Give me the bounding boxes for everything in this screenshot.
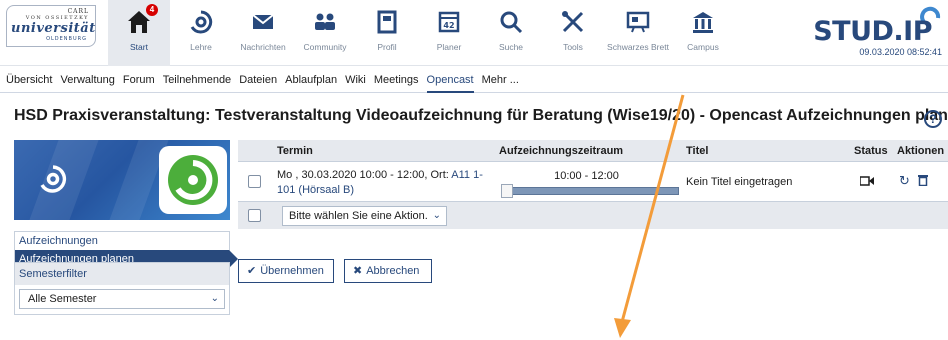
- opencast-logo-icon: [159, 146, 227, 214]
- tab-ablaufplan[interactable]: Ablaufplan: [285, 74, 337, 86]
- sidebar-item-aufzeichnungen[interactable]: Aufzeichnungen: [15, 232, 229, 250]
- tab-opencast[interactable]: Opencast: [426, 74, 474, 93]
- opencast-small-icon: [40, 165, 67, 193]
- notification-badge: 4: [146, 4, 158, 16]
- checkmark-icon: ✔: [247, 265, 257, 277]
- nav-item-schwarzes-brett[interactable]: Schwarzes Brett: [604, 0, 672, 66]
- close-icon: ✖: [353, 265, 363, 277]
- community-icon: [315, 13, 335, 30]
- semester-select-value: Alle Semester: [28, 293, 97, 305]
- semester-filter-title: Semesterfilter: [15, 263, 229, 285]
- studip-wordmark: STUD.IP: [813, 16, 932, 47]
- cancel-button-label: Abbrechen: [366, 265, 420, 277]
- nav-label-campus: Campus: [687, 42, 719, 52]
- termin-cell: Mo , 30.03.2020 10:00 - 12:00, Ort: A11 …: [271, 162, 493, 201]
- table-row: Mo , 30.03.2020 10:00 - 12:00, Ort: A11 …: [238, 162, 948, 202]
- campus-icon: [693, 12, 713, 33]
- column-header-titel[interactable]: Titel: [680, 140, 848, 161]
- tab-teilnehmende[interactable]: Teilnehmende: [163, 74, 232, 86]
- tab-mehr[interactable]: Mehr ...: [482, 74, 519, 86]
- tab-dateien[interactable]: Dateien: [239, 74, 277, 86]
- nav-item-start[interactable]: 4 Start: [108, 0, 170, 66]
- apply-button-label: Übernehmen: [260, 265, 324, 277]
- top-bar: CARL VON OSSIETZKY universität OLDENBURG…: [0, 0, 948, 66]
- tab-forum[interactable]: Forum: [123, 74, 155, 86]
- tab-verwaltung[interactable]: Verwaltung: [60, 74, 114, 86]
- bulk-action-value: Bitte wählen Sie eine Aktion.: [289, 209, 428, 222]
- termin-text: Mo , 30.03.2020 10:00 - 12:00, Ort:: [277, 169, 449, 181]
- tools-icon: [562, 11, 584, 33]
- bulk-action-bar: Bitte wählen Sie eine Aktion. ⌄: [238, 202, 948, 229]
- nav-item-community[interactable]: Community: [294, 0, 356, 66]
- nav-item-nachrichten[interactable]: Nachrichten: [232, 0, 294, 66]
- logo-line-oldenburg: OLDENBURG: [46, 36, 87, 42]
- nav-label-tools: Tools: [563, 42, 583, 52]
- tab-wiki[interactable]: Wiki: [345, 74, 366, 86]
- trash-icon[interactable]: [917, 174, 928, 187]
- tab-uebersicht[interactable]: Übersicht: [6, 74, 52, 86]
- nav-label-schwarzes-brett: Schwarzes Brett: [607, 42, 669, 52]
- tab-meetings[interactable]: Meetings: [374, 74, 419, 86]
- titel-cell: Kein Titel eingetragen: [686, 176, 793, 188]
- university-logo[interactable]: CARL VON OSSIETZKY universität OLDENBURG: [6, 5, 96, 47]
- column-header-aktionen: Aktionen: [897, 145, 945, 157]
- board-icon: [626, 11, 650, 33]
- recordings-table: Termin Aufzeichnungszeitraum Titel Statu…: [238, 140, 948, 229]
- course-navigation: Übersicht Verwaltung Forum Teilnehmende …: [0, 67, 948, 93]
- select-all-checkbox[interactable]: [248, 209, 261, 222]
- column-header-zeitraum[interactable]: Aufzeichnungszeitraum: [493, 140, 680, 161]
- nav-label-planer: Planer: [436, 42, 462, 52]
- table-header: Termin Aufzeichnungszeitraum Titel Statu…: [238, 140, 948, 162]
- calendar-icon: 42: [438, 11, 460, 33]
- semester-select[interactable]: Alle Semester ⌄: [19, 289, 225, 309]
- apply-button[interactable]: ✔ Übernehmen: [238, 259, 334, 283]
- help-icon[interactable]: ?: [924, 110, 942, 128]
- refresh-icon[interactable]: ↻: [899, 173, 910, 188]
- status-cell: [848, 162, 891, 201]
- logo-line-universitaet: universität: [11, 21, 96, 36]
- actions-cell: ↻: [891, 162, 948, 201]
- video-camera-icon: [859, 176, 874, 186]
- nav-item-campus[interactable]: Campus: [672, 0, 734, 66]
- nav-label-lehre: Lehre: [190, 42, 212, 52]
- zeitraum-slider-track[interactable]: [503, 187, 679, 195]
- logo-line-carl: CARL: [67, 8, 89, 15]
- chevron-down-icon: ⌄: [432, 209, 441, 221]
- nav-item-suche[interactable]: Suche: [480, 0, 542, 66]
- nav-item-lehre[interactable]: Lehre: [170, 0, 232, 66]
- server-datetime: 09.03.2020 08:52:41: [859, 47, 942, 57]
- nav-label-suche: Suche: [498, 42, 524, 52]
- nav-label-community: Community: [303, 42, 347, 52]
- sidebar-banner: [14, 140, 230, 220]
- column-header-termin[interactable]: Termin: [271, 140, 493, 161]
- nav-item-tools[interactable]: Tools: [542, 0, 604, 66]
- row-checkbox[interactable]: [248, 175, 261, 188]
- semester-filter: Semesterfilter Alle Semester ⌄: [14, 262, 230, 315]
- column-header-status[interactable]: Status: [848, 140, 891, 161]
- bulk-action-select[interactable]: Bitte wählen Sie eine Aktion. ⌄: [282, 205, 447, 226]
- page-title: HSD Praxisveranstaltung: Testveranstaltu…: [14, 107, 948, 124]
- nav-label-nachrichten: Nachrichten: [240, 42, 286, 52]
- zeitraum-cell: 10:00 - 12:00: [493, 162, 680, 201]
- nav-item-planer[interactable]: 42 Planer: [418, 0, 480, 66]
- lehre-icon: [190, 10, 213, 34]
- chevron-down-icon: ⌄: [210, 293, 219, 304]
- calendar-day-number: 42: [443, 21, 454, 30]
- nav-label-profil: Profil: [377, 42, 397, 52]
- profile-icon: [377, 10, 397, 34]
- zeitraum-slider-handle[interactable]: [501, 184, 513, 198]
- cancel-button[interactable]: ✖ Abbrechen: [344, 259, 432, 283]
- nav-item-profil[interactable]: Profil: [356, 0, 418, 66]
- search-icon: [500, 11, 523, 34]
- main-navigation: 4 Start Lehre Nachrichten Community Prof…: [108, 0, 734, 66]
- zeitraum-label: 10:00 - 12:00: [554, 170, 619, 182]
- nav-label-start: Start: [130, 42, 148, 52]
- mail-icon: [252, 14, 274, 29]
- studip-logo[interactable]: STUD.IP 09.03.2020 08:52:41: [813, 6, 942, 58]
